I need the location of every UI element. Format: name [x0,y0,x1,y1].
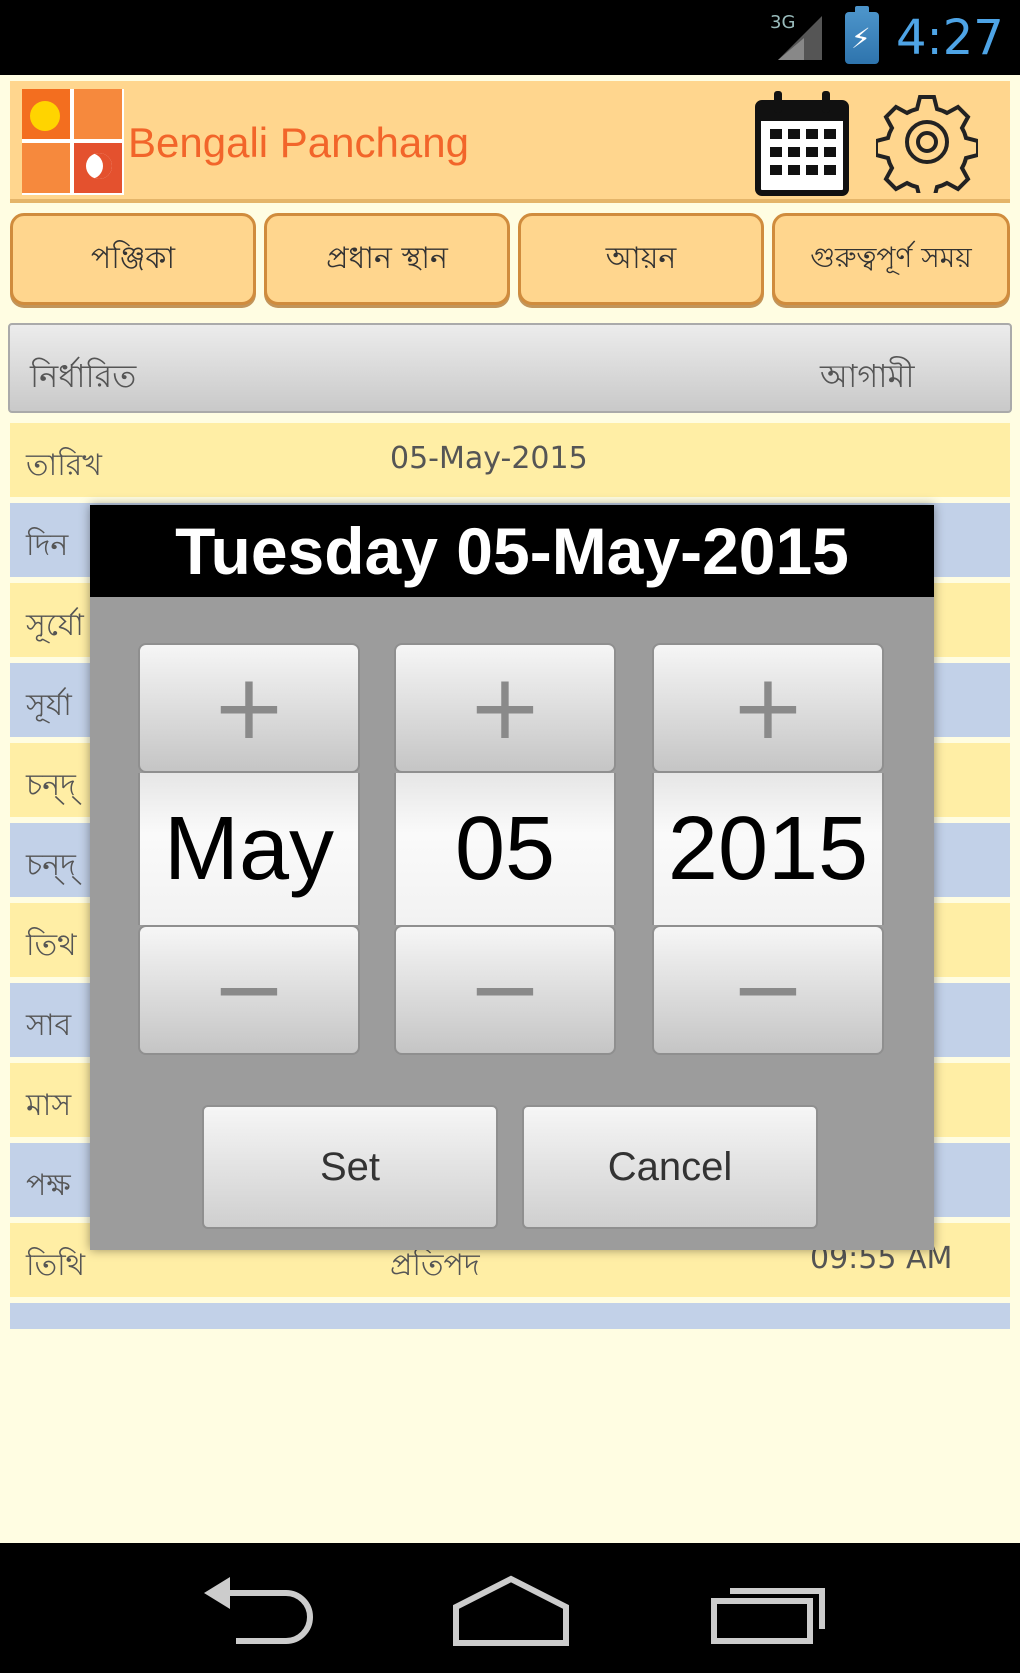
row-label: তারিখ [26,448,102,483]
month-spinner: + May − [138,643,360,1057]
day-increment-button[interactable]: + [394,643,616,773]
dialog-title: Tuesday 05-May-2015 [90,505,934,597]
app-title: Bengali Panchang [128,119,469,166]
row-label: তিথি [26,1248,86,1283]
tab-ayan[interactable]: আয়ন [518,213,764,305]
row-label: পক্ষ [26,1168,71,1203]
title-bar: Bengali Panchang [10,81,1010,203]
tab-important-times[interactable]: গুরুত্বপূর্ণ সময় [772,213,1010,305]
navigation-bar [0,1543,1020,1673]
month-value[interactable]: May [138,773,360,925]
row-label: দিন [26,528,69,563]
row-label: সাব [26,1008,72,1043]
signal-icon: 3G [770,12,826,62]
header-left-label: নির্ধারিত [30,357,137,395]
table-row [10,1303,1010,1329]
day-spinner: + 05 − [394,643,616,1057]
row-label: তিথ [26,928,77,963]
month-increment-button[interactable]: + [138,643,360,773]
back-icon[interactable] [196,1571,326,1651]
date-picker-dialog: Tuesday 05-May-2015 + May − + 05 − + 201… [90,505,934,1250]
day-decrement-button[interactable]: − [394,925,616,1055]
network-type: 3G [770,12,796,33]
home-icon[interactable] [446,1571,576,1651]
tab-main-places[interactable]: প্রধান স্থান [264,213,510,305]
row-label: সূর্যা [26,688,72,723]
status-time: 4:27 [896,10,1004,66]
calendar-icon[interactable] [752,89,852,197]
table-row: তারিখ 05-May-2015 [10,423,1010,497]
month-decrement-button[interactable]: − [138,925,360,1055]
settings-gear-icon[interactable] [874,91,980,201]
app-logo [22,89,124,195]
year-value[interactable]: 2015 [652,773,884,925]
row-label: মাস [26,1088,72,1123]
row-label: চন্দ্ [26,768,76,803]
recent-apps-icon[interactable] [706,1571,836,1651]
status-bar: 3G ⚡ 4:27 [0,0,1020,75]
year-spinner: + 2015 − [652,643,884,1057]
row-value: 05-May-2015 [390,441,588,476]
set-button[interactable]: Set [202,1105,498,1229]
day-value[interactable]: 05 [394,773,616,925]
row-label: সূর্যো [26,608,84,643]
table-header: নির্ধারিত আগামী [8,323,1012,413]
cancel-button[interactable]: Cancel [522,1105,818,1229]
tab-bar: পঞ্জিকা প্রধান স্থান আয়ন গুরুত্বপূর্ণ স… [10,213,1010,305]
header-right-label: আগামী [820,357,915,395]
row-label: চন্দ্ [26,848,76,883]
battery-charging-icon: ⚡ [845,6,879,64]
year-increment-button[interactable]: + [652,643,884,773]
app-content: Bengali Panchang পঞ্জিকা প্রধান স্থান আয… [0,75,1020,1543]
tab-panjika[interactable]: পঞ্জিকা [10,213,256,305]
year-decrement-button[interactable]: − [652,925,884,1055]
